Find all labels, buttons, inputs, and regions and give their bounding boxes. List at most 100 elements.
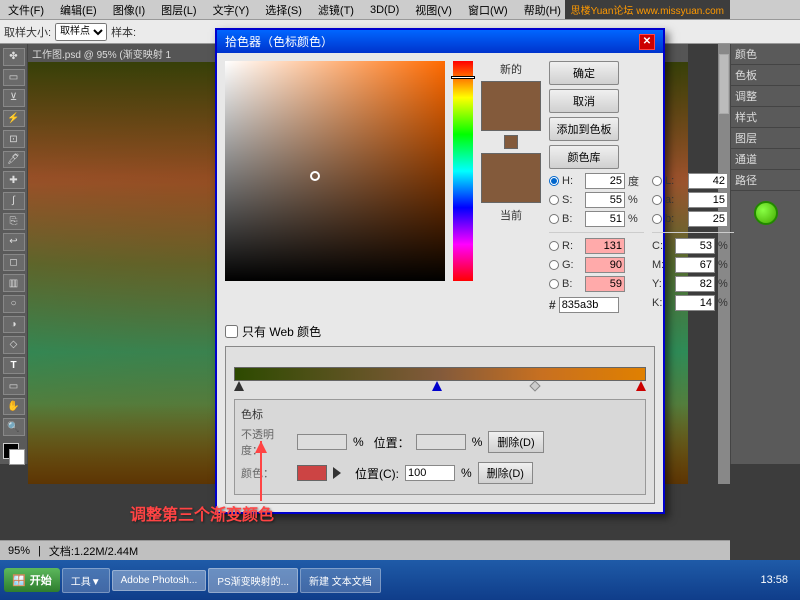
menu-select[interactable]: 选择(S) [261,2,306,18]
tool-move[interactable]: ✤ [3,48,25,66]
panel-tab-paths[interactable]: 路径 [731,170,800,191]
menu-help[interactable]: 帮助(H) [520,2,565,18]
m-input[interactable] [675,257,715,273]
panel-tab-adjustments[interactable]: 调整 [731,86,800,107]
sample-size-label: 取样大小: [4,24,51,40]
color-arrow-icon[interactable] [333,467,341,479]
right-panels: 颜色 色板 调整 样式 图层 通道 路径 [730,44,800,464]
b3-row: b: [652,211,734,227]
panel-tab-layers[interactable]: 图层 [731,128,800,149]
new-swatch-label: 新的 [481,61,541,77]
y-input[interactable] [675,276,715,292]
tool-gradient[interactable]: ▥ [3,274,25,292]
color-label: 颜色： [241,465,291,481]
menu-text[interactable]: 文字(Y) [209,2,254,18]
gradient-bar[interactable] [234,367,646,381]
panel-tab-channels[interactable]: 通道 [731,149,800,170]
menu-image[interactable]: 图像(I) [109,2,149,18]
menu-3d[interactable]: 3D(D) [366,4,403,16]
b-radio[interactable] [549,214,559,224]
color-swatch-box[interactable] [297,465,327,481]
s-radio[interactable] [549,195,559,205]
a-input[interactable] [688,192,728,208]
tool-hand[interactable]: ✋ [3,398,25,416]
g-input[interactable] [585,257,625,273]
r-radio[interactable] [549,241,559,251]
menu-view[interactable]: 视图(V) [411,2,456,18]
new-color-swatch[interactable] [481,81,541,131]
delete-top-button[interactable]: 删除(D) [488,431,543,453]
menu-filter[interactable]: 滤镜(T) [314,2,358,18]
l-input[interactable] [688,173,728,189]
tool-history-brush[interactable]: ↩ [3,233,25,251]
color-field[interactable] [225,61,445,281]
color-stop-50[interactable] [432,381,442,391]
tool-zoom[interactable]: 🔍 [3,418,25,436]
taskbar-item-ps-gradient[interactable]: PS渐变映射的... [208,568,298,593]
b2-input[interactable] [585,276,625,292]
color-stop-100[interactable] [636,381,646,391]
delete-button[interactable]: 删除(D) [478,462,533,484]
tool-eraser[interactable]: ◻ [3,254,25,272]
color-library-button[interactable]: 颜色库 [549,145,619,169]
g-radio[interactable] [549,260,559,270]
b2-radio[interactable] [549,279,559,289]
tool-lasso[interactable]: ⊻ [3,89,25,107]
background-color[interactable] [9,449,25,465]
l-radio[interactable] [652,176,662,186]
h-radio[interactable] [549,176,559,186]
tool-select-rect[interactable]: ▭ [3,69,25,87]
b3-radio[interactable] [652,214,662,224]
l-row: L: [652,173,734,189]
tool-brush[interactable]: ∫ [3,192,25,210]
taskbar-item-text-doc[interactable]: 新建 文本文档 [300,568,381,593]
menu-layer[interactable]: 图层(L) [157,2,200,18]
c-input[interactable] [675,238,715,254]
color-stop-75[interactable] [531,381,539,390]
k-input[interactable] [675,295,715,311]
position-input-bottom[interactable] [405,465,455,481]
tool-blur[interactable]: ○ [3,295,25,313]
b3-input[interactable] [688,211,728,227]
web-safe-checkbox[interactable] [225,325,238,338]
a-label: a: [665,194,685,206]
color-stop-0[interactable] [234,381,244,391]
tool-heal[interactable]: ✚ [3,171,25,189]
opacity-input [297,434,347,450]
menu-window[interactable]: 窗口(W) [464,2,512,18]
hex-input[interactable] [559,297,619,313]
taskbar-item-photoshop[interactable]: Adobe Photosh... [112,570,207,591]
ci-separator-2 [652,232,734,233]
r-input[interactable] [585,238,625,254]
menu-edit[interactable]: 编辑(E) [56,2,101,18]
tool-eyedropper[interactable]: 🖊 [3,151,25,169]
right-color-inputs: L: a: b: [652,173,734,313]
tool-magic-wand[interactable]: ⚡ [3,110,25,128]
start-button[interactable]: 🪟 开始 [4,568,60,592]
h-input[interactable] [585,173,625,189]
cancel-button[interactable]: 取消 [549,89,619,113]
ok-button[interactable]: 确定 [549,61,619,85]
tool-shape[interactable]: ▭ [3,377,25,395]
hue-slider[interactable] [453,61,473,281]
panel-tab-swatches[interactable]: 色板 [731,65,800,86]
taskbar-item-tools[interactable]: 工具▼ [62,568,110,593]
tool-path[interactable]: ◇ [3,336,25,354]
tool-type[interactable]: T [3,357,25,375]
b-input[interactable] [585,211,625,227]
web-safe-label: 只有 Web 颜色 [242,323,321,340]
b2-label: B: [562,278,582,290]
panel-tab-color[interactable]: 颜色 [731,44,800,65]
tool-dodge[interactable]: ◑ [3,316,25,334]
panel-tab-styles[interactable]: 样式 [731,107,800,128]
dialog-close-button[interactable]: ✕ [639,34,655,50]
sample-size-select[interactable]: 取样点 [55,23,107,41]
tool-clone[interactable]: ⎘ [3,213,25,231]
tool-crop[interactable]: ⊡ [3,130,25,148]
current-color-swatch[interactable] [481,153,541,203]
web-safe-row: 只有 Web 颜色 [225,323,655,340]
add-to-swatches-button[interactable]: 添加到色板 [549,117,619,141]
s-input[interactable] [585,192,625,208]
menu-file[interactable]: 文件(F) [4,2,48,18]
a-radio[interactable] [652,195,662,205]
